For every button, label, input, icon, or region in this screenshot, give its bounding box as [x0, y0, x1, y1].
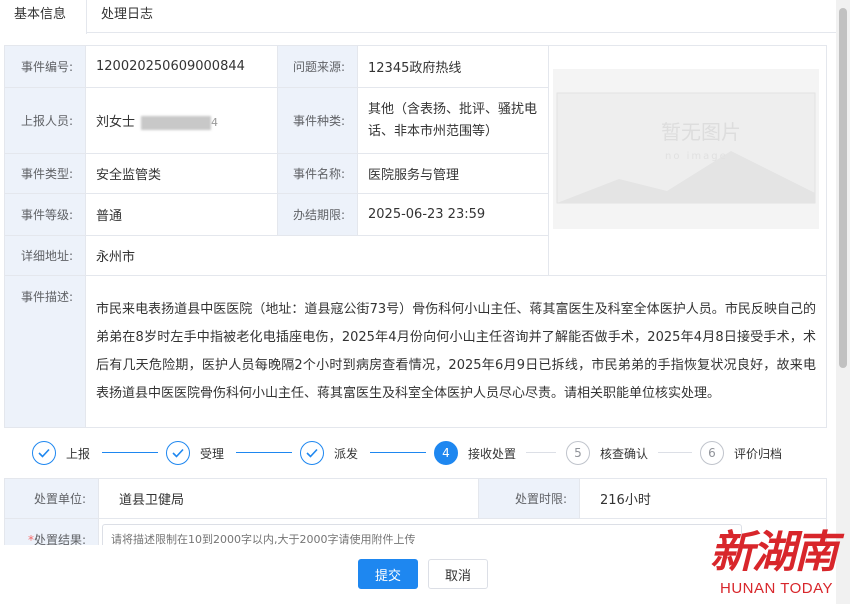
reporter-label: 上报人员: — [4, 87, 86, 154]
watermark-logo: 新湖南 HUNAN TODAY — [706, 516, 846, 602]
desc-label: 事件描述: — [4, 275, 86, 428]
step-archive: 6 评价归档 — [700, 440, 782, 466]
name-label: 事件名称: — [277, 153, 358, 194]
event-image-cell: 暂无图片 no image — [548, 45, 827, 276]
check-icon — [166, 441, 190, 465]
vertical-scrollbar[interactable] — [836, 0, 850, 604]
deadline-label: 办结期限: — [277, 193, 358, 236]
tab-bar: 基本信息 处理日志 — [0, 0, 836, 34]
level-label: 事件等级: — [4, 193, 86, 236]
address-value: 永州市 — [85, 235, 549, 276]
category-label: 事件种类: — [277, 87, 358, 154]
level-value: 普通 — [85, 193, 278, 236]
address-label: 详细地址: — [4, 235, 86, 276]
step-verify: 5 核查确认 — [566, 440, 648, 466]
event-no-value: 120020250609000844 — [85, 45, 278, 88]
event-info-table: 事件编号: 120020250609000844 问题来源: 12345政府热线… — [4, 45, 827, 428]
desc-value: 市民来电表扬道县中医医院（地址：道县寇公街73号）骨伤科何小山主任、蒋其富医生及… — [85, 275, 827, 428]
reporter-name: 刘女士 — [96, 115, 136, 130]
step-label: 接收处置 — [468, 446, 517, 461]
reporter-value: 刘女士 4 — [85, 87, 278, 154]
cancel-button[interactable]: 取消 — [428, 559, 488, 589]
step-label: 核查确认 — [600, 446, 649, 461]
step-accept: 受理 — [166, 440, 224, 466]
type-label: 事件类型: — [4, 153, 86, 194]
unit-value: 道县卫健局 — [98, 478, 479, 519]
deadline-value: 2025-06-23 23:59 — [357, 193, 549, 236]
process-steps: 上报 受理 派发 4 接收处置 5 核查确认 6 评价归档 — [32, 440, 812, 466]
step-label: 受理 — [200, 446, 225, 461]
step-dispatch: 派发 — [300, 440, 358, 466]
step-connector — [526, 452, 556, 453]
phone-mask — [141, 115, 212, 130]
step-number: 5 — [566, 441, 590, 465]
limit-value: 216小时 — [579, 478, 827, 519]
step-connector — [236, 452, 292, 453]
type-value: 安全监管类 — [85, 153, 278, 194]
step-label: 上报 — [66, 446, 91, 461]
check-icon — [32, 441, 56, 465]
step-receive-handle: 4 接收处置 — [434, 440, 516, 466]
scrollbar-thumb[interactable] — [839, 8, 847, 368]
source-label: 问题来源: — [277, 45, 358, 88]
watermark-en: HUNAN TODAY — [720, 580, 834, 597]
category-value: 其他（含表扬、批评、骚扰电话、非本市州范围等） — [357, 87, 549, 154]
event-no-label: 事件编号: — [4, 45, 86, 88]
limit-label: 处置时限: — [478, 478, 580, 519]
name-value: 医院服务与管理 — [357, 153, 549, 194]
step-number: 4 — [434, 441, 458, 465]
no-image-subtext: no image — [665, 151, 728, 162]
watermark-cn: 新湖南 — [710, 527, 838, 578]
step-connector — [370, 452, 426, 453]
tab-process-log[interactable]: 处理日志 — [87, 0, 187, 33]
phone-mask-tail: 4 — [211, 116, 219, 129]
unit-label: 处置单位: — [4, 478, 99, 519]
no-image-placeholder-icon: 暂无图片 no image — [553, 68, 819, 229]
submit-button[interactable]: 提交 — [358, 559, 418, 589]
step-connector — [102, 452, 158, 453]
step-connector — [658, 452, 692, 453]
step-label: 评价归档 — [734, 446, 783, 461]
no-image-text: 暂无图片 — [661, 120, 741, 144]
step-label: 派发 — [334, 446, 359, 461]
source-value: 12345政府热线 — [357, 45, 549, 88]
tab-basic-info[interactable]: 基本信息 — [0, 0, 87, 34]
step-number: 6 — [700, 441, 724, 465]
check-icon — [300, 441, 324, 465]
step-report: 上报 — [32, 440, 90, 466]
